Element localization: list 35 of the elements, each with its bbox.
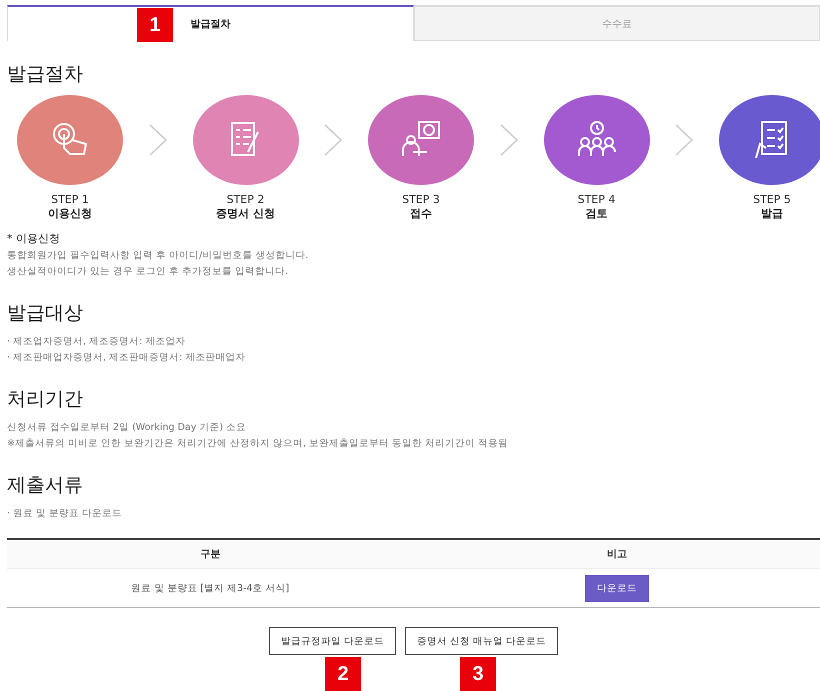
note-text: 생산실적아이디가 있는 경우 로그인 후 추가정보를 입력합니다. (7, 265, 290, 279)
list-item: · 제조판매업자증명서, 제조판매증명서: 제조판매업자 (7, 351, 246, 365)
list-item: · 제조업자증명서, 제조증명서: 제조업자 (7, 335, 186, 349)
chevron-icon (674, 123, 694, 157)
step-number: STEP 1 (51, 193, 89, 206)
step-name: 발급 (761, 206, 783, 221)
step-name: 이용신청 (48, 206, 92, 221)
step-number: STEP 5 (753, 193, 791, 206)
download-button[interactable]: 발급규정파일 다운로드 (268, 627, 396, 655)
note-text: 통합회원가입 필수입력사항 입력 후 아이디/비밀번호를 생성합니다. (7, 249, 310, 263)
list-item: · 원료 및 분량표 다운로드 (7, 507, 124, 521)
chevron-icon (323, 123, 344, 157)
number-badge: 2 (325, 657, 361, 691)
column-header: 비고 (414, 539, 820, 568)
chevron-icon (148, 123, 168, 157)
table-cell: 원료 및 분량표 [별지 제3-4호 서식] (7, 568, 414, 608)
step-name: 증명서 신청 (216, 206, 275, 221)
step-number: STEP 3 (402, 193, 440, 206)
step-name: 접수 (410, 206, 432, 221)
info-text: 신청서류 접수일로부터 2일 (Working Day 기준) 소요 (7, 421, 248, 435)
step-number: STEP 2 (226, 193, 264, 206)
step-name: 검토 (586, 206, 608, 221)
chevron-icon (498, 123, 519, 157)
section-heading: 제출서류 (7, 473, 84, 498)
step-number: STEP 4 (578, 193, 616, 206)
section-heading: 처리기간 (7, 387, 84, 412)
section-heading: 발급대상 (7, 301, 84, 326)
section-heading: 발급절차 (7, 62, 84, 87)
download-button[interactable]: 증명서 신청 매뉴얼 다운로드 (404, 627, 558, 655)
info-text: ※제출서류의 미비로 인한 보완기간은 처리기간에 산정하지 않으며, 보완제출일로부터 동일한 처리기간이 적용됨 (7, 437, 510, 451)
note-title: * 이용신청 (7, 231, 61, 246)
column-header: 구분 (7, 539, 414, 568)
number-badge: 3 (460, 657, 496, 691)
number-badge: 1 (137, 8, 173, 42)
download-button[interactable]: 다운로드 (584, 574, 649, 602)
